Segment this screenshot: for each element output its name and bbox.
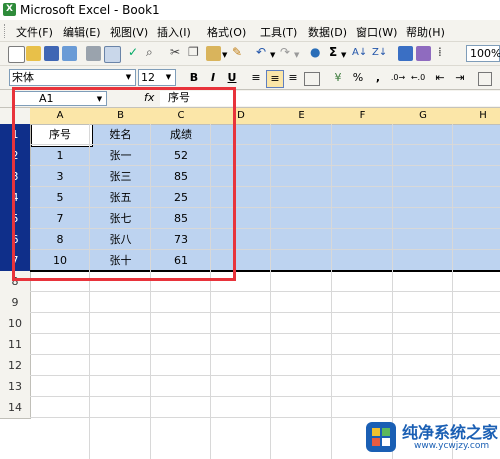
print-icon[interactable] bbox=[86, 46, 101, 61]
spelling-icon[interactable]: ✓ bbox=[128, 45, 138, 60]
borders-icon[interactable] bbox=[478, 72, 492, 86]
open-folder-icon[interactable] bbox=[26, 46, 41, 61]
copy-icon[interactable]: ❐ bbox=[188, 45, 199, 60]
bold-button[interactable]: B bbox=[186, 70, 202, 86]
increase-decimal-icon[interactable]: .0→ bbox=[390, 70, 406, 86]
menu-insert[interactable]: 插入(I) bbox=[157, 24, 191, 40]
row-gridline bbox=[30, 333, 500, 334]
windows-logo-icon bbox=[366, 422, 396, 452]
toolbar-options-icon[interactable]: ⁞ bbox=[438, 45, 442, 60]
italic-button[interactable]: I bbox=[205, 70, 221, 86]
chart-wizard-icon[interactable] bbox=[398, 46, 413, 61]
menu-window[interactable]: 窗口(W) bbox=[356, 24, 397, 40]
chevron-down-icon[interactable]: ▼ bbox=[123, 71, 134, 84]
decrease-indent-icon[interactable]: ⇤ bbox=[432, 70, 448, 86]
menu-bar: 文件(F) 编辑(E) 视图(V) 插入(I) 格式(O) 工具(T) 数据(D… bbox=[0, 20, 500, 42]
column-gridline bbox=[392, 124, 393, 459]
permission-icon[interactable] bbox=[62, 46, 77, 61]
menu-grip-handle[interactable] bbox=[4, 24, 7, 38]
align-center-icon[interactable]: ≡ bbox=[266, 70, 284, 88]
row-header-9[interactable]: 9 bbox=[0, 292, 31, 314]
watermark-url: www.ycwjzy.com bbox=[414, 441, 490, 451]
watermark-title: 纯净系统之家 bbox=[402, 423, 499, 442]
format-painter-icon[interactable]: ✎ bbox=[232, 45, 242, 60]
redo-icon[interactable]: ↷ bbox=[280, 45, 290, 60]
watermark: 纯净系统之家 www.ycwjzy.com bbox=[364, 417, 499, 457]
decrease-decimal-icon[interactable]: ←.0 bbox=[410, 70, 426, 86]
hyperlink-icon[interactable]: ● bbox=[310, 45, 320, 60]
research-icon[interactable]: ⌕ bbox=[146, 45, 153, 60]
save-icon[interactable] bbox=[44, 46, 59, 61]
row-gridline bbox=[30, 375, 500, 376]
redo-dropdown-icon[interactable]: ▼ bbox=[294, 48, 299, 63]
autosum-dropdown-icon[interactable]: ▼ bbox=[341, 48, 346, 63]
menu-file[interactable]: 文件(F) bbox=[16, 24, 53, 40]
menu-view[interactable]: 视图(V) bbox=[110, 24, 148, 40]
menu-help[interactable]: 帮助(H) bbox=[406, 24, 445, 40]
column-header-e[interactable]: E bbox=[271, 108, 333, 125]
chevron-down-icon[interactable]: ▼ bbox=[163, 71, 174, 84]
menu-data[interactable]: 数据(D) bbox=[308, 24, 347, 40]
row-gridline bbox=[30, 291, 500, 292]
highlight-box bbox=[12, 87, 236, 281]
title-bar: X Microsoft Excel - Book1 bbox=[0, 0, 500, 20]
row-gridline bbox=[30, 312, 500, 313]
align-right-icon[interactable]: ≡ bbox=[285, 70, 301, 86]
row-header-11[interactable]: 11 bbox=[0, 334, 31, 356]
zoom-select[interactable]: 100% bbox=[466, 45, 500, 62]
font-size-value: 12 bbox=[141, 71, 155, 84]
column-gridline bbox=[331, 124, 332, 459]
column-header-h[interactable]: H bbox=[453, 108, 500, 125]
menu-edit[interactable]: 编辑(E) bbox=[63, 24, 101, 40]
row-header-10[interactable]: 10 bbox=[0, 313, 31, 335]
undo-dropdown-icon[interactable]: ▼ bbox=[270, 48, 275, 63]
font-name-select[interactable]: 宋体 ▼ bbox=[9, 69, 136, 86]
sort-descending-icon[interactable]: Z↓ bbox=[372, 45, 387, 60]
autosum-icon[interactable]: Σ bbox=[329, 45, 337, 60]
underline-button[interactable]: U bbox=[224, 70, 240, 86]
merge-center-icon[interactable] bbox=[304, 72, 320, 86]
currency-icon[interactable]: ¥ bbox=[330, 70, 346, 86]
increase-indent-icon[interactable]: ⇥ bbox=[452, 70, 468, 86]
sort-ascending-icon[interactable]: A↓ bbox=[352, 45, 367, 60]
column-gridline bbox=[452, 124, 453, 459]
row-gridline bbox=[30, 396, 500, 397]
paste-dropdown-icon[interactable]: ▼ bbox=[222, 48, 227, 63]
column-header-g[interactable]: G bbox=[393, 108, 454, 125]
window-title: Microsoft Excel - Book1 bbox=[20, 3, 160, 17]
row-header-14[interactable]: 14 bbox=[0, 397, 31, 419]
row-header-12[interactable]: 12 bbox=[0, 355, 31, 377]
percent-button[interactable]: % bbox=[350, 70, 366, 86]
drawing-icon[interactable] bbox=[416, 46, 431, 61]
font-size-select[interactable]: 12 ▼ bbox=[138, 69, 176, 86]
worksheet-grid[interactable]: ABCDEFGH 1 2 3 4 5 6 7 8 9 10 11 12 13 14 序号 姓名 成绩 1 张一 52… bbox=[0, 87, 500, 459]
menu-format[interactable]: 格式(O) bbox=[207, 24, 246, 40]
column-header-f[interactable]: F bbox=[332, 108, 394, 125]
standard-toolbar: ✓ ⌕ ✂ ❐ ▼ ✎ ↶ ▼ ↷ ▼ ● Σ ▼ A↓ Z↓ ⁞ 100% bbox=[0, 42, 500, 66]
cut-icon[interactable]: ✂ bbox=[170, 45, 180, 60]
comma-style-button[interactable]: , bbox=[370, 70, 386, 86]
paste-icon[interactable] bbox=[206, 46, 221, 61]
excel-app-icon[interactable]: X bbox=[3, 3, 16, 16]
align-left-icon[interactable]: ≡ bbox=[248, 70, 264, 86]
row-gridline bbox=[30, 354, 500, 355]
print-preview-icon[interactable] bbox=[104, 46, 121, 63]
row-header-13[interactable]: 13 bbox=[0, 376, 31, 398]
column-gridline bbox=[270, 124, 271, 459]
font-name-value: 宋体 bbox=[12, 71, 34, 84]
menu-tools[interactable]: 工具(T) bbox=[260, 24, 297, 40]
undo-icon[interactable]: ↶ bbox=[256, 45, 266, 60]
new-document-icon[interactable] bbox=[8, 46, 25, 63]
